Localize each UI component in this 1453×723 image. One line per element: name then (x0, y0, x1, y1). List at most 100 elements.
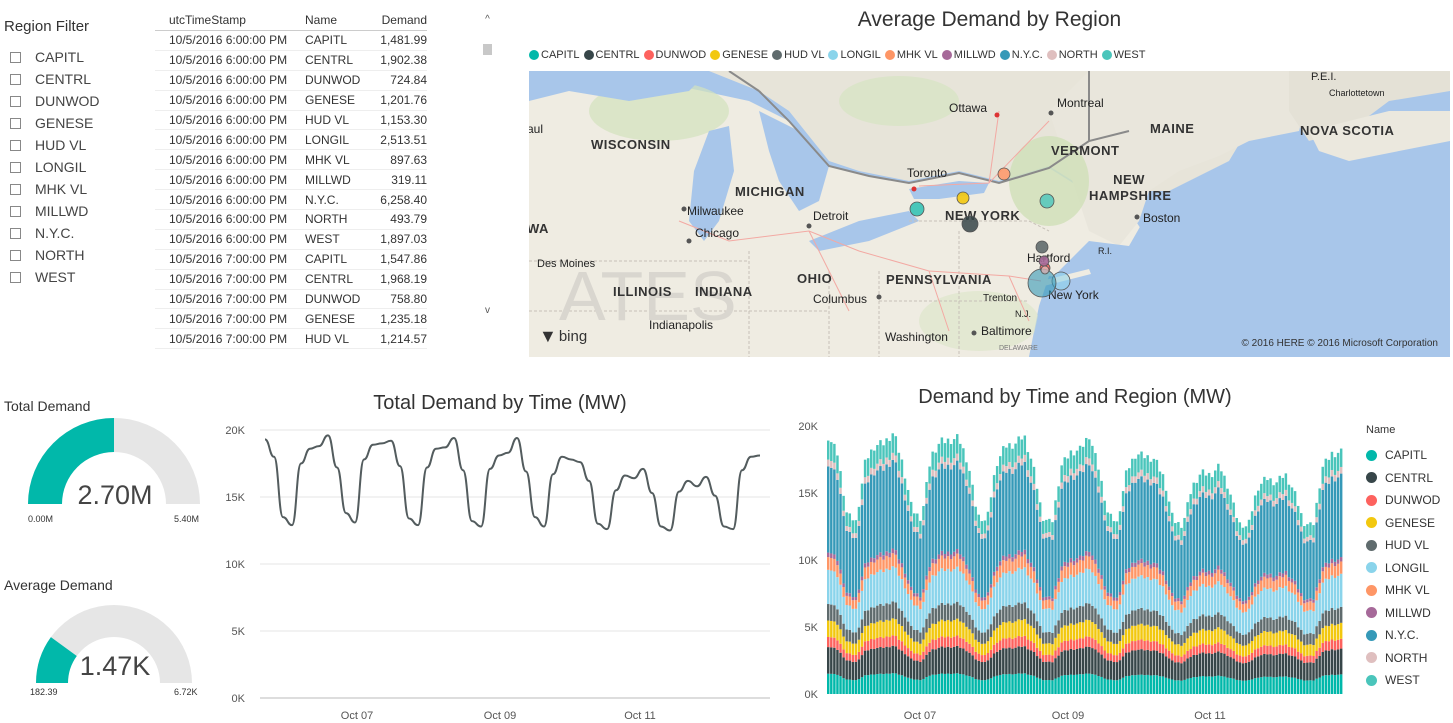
stacked-bar-segment[interactable] (1137, 560, 1140, 565)
stacked-bar-segment[interactable] (1189, 509, 1192, 515)
stacked-bar-segment[interactable] (909, 599, 913, 626)
stacked-bar-segment[interactable] (854, 661, 858, 681)
stacked-bar-segment[interactable] (1296, 592, 1300, 602)
table-row[interactable]: 10/5/2016 6:00:00 PM MHK VL 897.63 (155, 149, 427, 171)
checkbox[interactable] (10, 73, 21, 85)
stacked-bar-segment[interactable] (827, 466, 830, 553)
stacked-bar-segment[interactable] (1241, 540, 1245, 545)
stacked-bar-segment[interactable] (876, 647, 879, 675)
stacked-bar-segment[interactable] (1100, 496, 1103, 503)
stacked-bar-segment[interactable] (1303, 634, 1306, 646)
stacked-bar-segment[interactable] (1057, 581, 1060, 593)
stacked-bar-segment[interactable] (1115, 680, 1119, 694)
stacked-bar-segment[interactable] (891, 452, 894, 460)
stacked-bar-segment[interactable] (992, 571, 996, 576)
stacked-bar-segment[interactable] (1217, 481, 1220, 488)
stacked-bar-segment[interactable] (919, 680, 922, 694)
stacked-bar-segment[interactable] (974, 679, 977, 694)
stacked-bar-segment[interactable] (845, 592, 848, 596)
stacked-bar-segment[interactable] (882, 647, 885, 675)
stacked-bar-segment[interactable] (848, 660, 851, 680)
stacked-bar-segment[interactable] (1223, 653, 1226, 677)
stacked-bar-segment[interactable] (1324, 578, 1328, 611)
stacked-bar-segment[interactable] (934, 649, 937, 675)
stacked-bar-segment[interactable] (854, 600, 858, 609)
stacked-bar-segment[interactable] (1210, 653, 1214, 677)
stacked-bar-segment[interactable] (1192, 504, 1195, 577)
stacked-bar-segment[interactable] (1088, 646, 1091, 674)
stacked-bar-segment[interactable] (928, 651, 931, 676)
stacked-bar-segment[interactable] (1042, 680, 1045, 694)
stacked-bar-segment[interactable] (1278, 616, 1281, 631)
stacked-bar-segment[interactable] (1100, 480, 1103, 497)
stacked-bar-segment[interactable] (1088, 620, 1091, 637)
stacked-bar-segment[interactable] (1275, 590, 1278, 619)
stacked-bar-segment[interactable] (1306, 524, 1309, 537)
stacked-bar-segment[interactable] (1247, 596, 1251, 600)
stacked-bar-segment[interactable] (1186, 650, 1189, 659)
stacked-bar-segment[interactable] (949, 554, 953, 560)
stacked-bar-segment[interactable] (940, 437, 944, 457)
stacked-bar-segment[interactable] (1333, 481, 1337, 562)
stacked-bar-segment[interactable] (1232, 502, 1235, 517)
stacked-bar-segment[interactable] (1051, 632, 1054, 645)
stacked-bar-segment[interactable] (965, 626, 968, 642)
stacked-bar-segment[interactable] (1275, 632, 1278, 647)
stacked-bar-segment[interactable] (857, 589, 861, 593)
stacked-bar-segment[interactable] (1281, 573, 1285, 578)
table-row[interactable]: 10/5/2016 6:00:00 PM DUNWOD 724.84 (155, 70, 427, 91)
stacked-bar-segment[interactable] (965, 462, 968, 480)
stacked-bar-segment[interactable] (909, 501, 913, 517)
stacked-bar-segment[interactable] (882, 559, 885, 573)
stacked-bar-segment[interactable] (1014, 469, 1017, 555)
stacked-bar-segment[interactable] (1339, 448, 1343, 467)
stacked-bar-segment[interactable] (1210, 477, 1214, 494)
stacked-bar-segment[interactable] (836, 455, 839, 474)
stacked-bar-segment[interactable] (974, 592, 977, 603)
stacked-bar-segment[interactable] (1171, 592, 1174, 597)
stacked-bar-segment[interactable] (1183, 535, 1186, 596)
stacked-bar-segment[interactable] (1140, 639, 1143, 650)
checkbox[interactable] (10, 271, 21, 283)
stacked-bar-segment[interactable] (1244, 611, 1248, 635)
stacked-bar-segment[interactable] (1128, 652, 1131, 676)
stacked-bar-segment[interactable] (1171, 641, 1174, 654)
stacked-bar-segment[interactable] (940, 550, 944, 556)
stacked-bar-segment[interactable] (1281, 645, 1285, 655)
stacked-bar-segment[interactable] (1051, 662, 1054, 681)
stacked-bar-segment[interactable] (1198, 474, 1202, 492)
stacked-bar-segment[interactable] (1309, 539, 1312, 599)
stacked-bar-segment[interactable] (922, 592, 925, 602)
stacked-bar-segment[interactable] (1263, 498, 1266, 573)
stacked-bar-segment[interactable] (1171, 526, 1174, 532)
stacked-bar-segment[interactable] (1069, 562, 1073, 575)
stacked-bar-segment[interactable] (1318, 593, 1321, 622)
stacked-bar-segment[interactable] (1038, 516, 1042, 522)
stacked-bar-segment[interactable] (1269, 645, 1272, 655)
stacked-bar-segment[interactable] (1336, 470, 1340, 478)
stacked-bar-segment[interactable] (1336, 452, 1340, 471)
stacked-bar-segment[interactable] (1161, 676, 1165, 694)
stacked-bar-segment[interactable] (1069, 558, 1073, 563)
area-legend-item[interactable]: GENESE (1366, 512, 1440, 535)
stacked-bar-segment[interactable] (974, 659, 977, 680)
stacked-bar-segment[interactable] (974, 520, 977, 526)
stacked-bar-segment[interactable] (1290, 508, 1294, 579)
stacked-bar-segment[interactable] (906, 634, 910, 649)
stacked-bar-segment[interactable] (1204, 676, 1208, 694)
stacked-bar-segment[interactable] (1094, 559, 1097, 564)
stacked-bar-segment[interactable] (1149, 564, 1152, 569)
stacked-bar-segment[interactable] (1146, 565, 1149, 577)
stacked-bar-segment[interactable] (965, 485, 968, 565)
stacked-bar-segment[interactable] (1183, 517, 1186, 532)
table-row[interactable]: 10/5/2016 7:00:00 PM GENESE 1,235.18 (155, 308, 427, 330)
stacked-bar-segment[interactable] (1032, 628, 1036, 643)
stacked-bar-segment[interactable] (1042, 661, 1045, 681)
stacked-bar-segment[interactable] (882, 605, 885, 622)
stacked-bar-segment[interactable] (1091, 464, 1094, 472)
table-row[interactable]: 10/5/2016 6:00:00 PM CAPITL 1,481.99 (155, 30, 427, 51)
stacked-bar-segment[interactable] (983, 680, 987, 694)
stacked-bar-segment[interactable] (1048, 596, 1051, 600)
stacked-bar-segment[interactable] (977, 597, 980, 607)
stacked-bar-segment[interactable] (1026, 575, 1030, 609)
